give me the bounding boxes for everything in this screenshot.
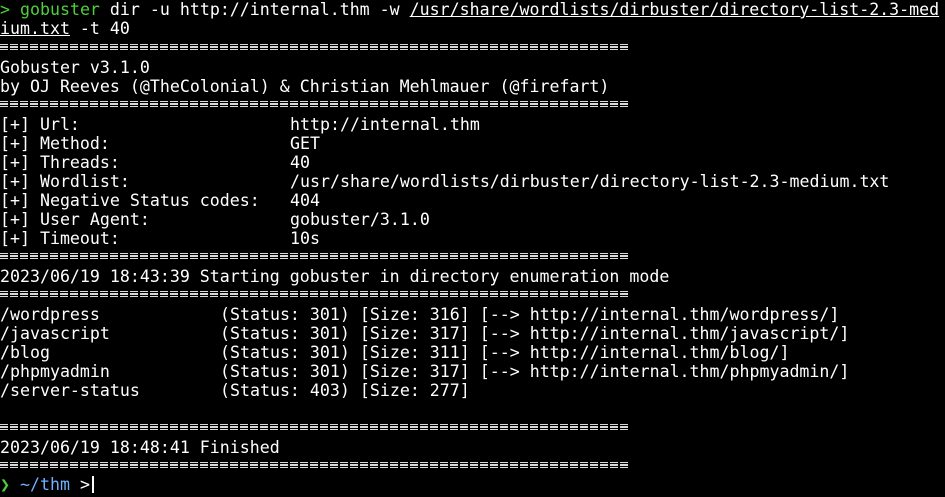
finish-message: 2023/06/19 18:48:41 Finished — [0, 438, 280, 457]
separator-line — [0, 291, 630, 297]
prompt-symbol: > — [0, 0, 10, 19]
wordlist-path-part2: ium.txt — [0, 19, 70, 38]
config-key: [+] Wordlist: — [0, 172, 130, 191]
result-row: /server-status (Status: 403) [Size: 277] — [0, 381, 945, 400]
config-key: [+] Url: — [0, 115, 80, 134]
config-key: [+] Timeout: — [0, 229, 120, 248]
result-path: /javascript — [0, 324, 110, 343]
result-info: (Status: 403) [Size: 277] — [220, 381, 470, 400]
banner-version: Gobuster v3.1.0 — [0, 58, 150, 77]
config-row-wordlist: [+] Wordlist: /usr/share/wordlists/dirbus… — [0, 172, 945, 191]
result-path: /wordpress — [0, 305, 100, 324]
result-info: (Status: 301) [Size: 317] [--> http://in… — [220, 324, 850, 343]
command-program: gobuster — [20, 0, 100, 19]
config-key: [+] Threads: — [0, 153, 120, 172]
config-key: [+] Method: — [0, 134, 110, 153]
result-row: /phpmyadmin (Status: 301) [Size: 317] [--… — [0, 362, 945, 381]
config-row-threads: [+] Threads: 40 — [0, 153, 945, 172]
result-info: (Status: 301) [Size: 311] [--> http://in… — [220, 343, 790, 362]
banner-authors: by OJ Reeves (@TheColonial) & Christian … — [0, 77, 610, 96]
config-value: gobuster/3.1.0 — [290, 210, 430, 229]
config-row-url: [+] Url: http://internal.thm — [0, 115, 945, 134]
config-key: [+] User Agent: — [0, 210, 150, 229]
command-line-wrap: ium.txt -t 40 — [0, 19, 130, 38]
prompt-symbol: > — [79, 475, 90, 494]
command-line: > gobuster dir -u http://internal.thm -w… — [0, 0, 939, 19]
result-row: /blog (Status: 301) [Size: 311] [--> http… — [0, 343, 945, 362]
text-cursor[interactable] — [91, 476, 94, 493]
separator-line — [0, 424, 630, 430]
shell-prompt[interactable]: ❯ ~/thm > — [0, 475, 94, 494]
result-row: /javascript (Status: 301) [Size: 317] [--… — [0, 324, 945, 343]
wordlist-path-part1: /usr/share/wordlists/dirbuster/directory… — [409, 0, 940, 19]
result-info: (Status: 301) [Size: 316] [--> http://in… — [220, 305, 840, 324]
config-row-user-agent: [+] User Agent: gobuster/3.1.0 — [0, 210, 945, 229]
command-args: dir -u http://internal.thm -w — [99, 0, 410, 19]
config-value: 40 — [290, 153, 310, 172]
config-row-timeout: [+] Timeout: 10s — [0, 229, 945, 248]
config-row-negative-status: [+] Negative Status codes: 404 — [0, 191, 945, 210]
separator-line — [0, 253, 630, 259]
result-path: /phpmyadmin — [0, 362, 110, 381]
current-directory: ~/thm — [20, 475, 70, 494]
config-value: 10s — [290, 229, 320, 248]
terminal-window[interactable]: > gobuster dir -u http://internal.thm -w… — [0, 0, 945, 497]
separator-line — [0, 462, 630, 468]
separator-line — [0, 44, 630, 50]
config-row-method: [+] Method: GET — [0, 134, 945, 153]
start-message: 2023/06/19 18:43:39 Starting gobuster in… — [0, 267, 670, 286]
config-key: [+] Negative Status codes: — [0, 191, 260, 210]
prompt-chevron-icon: ❯ — [0, 475, 10, 494]
config-value: GET — [290, 134, 320, 153]
separator-line — [0, 101, 630, 107]
command-threads-arg: -t 40 — [69, 19, 130, 38]
result-path: /blog — [0, 343, 50, 362]
config-value: 404 — [290, 191, 320, 210]
config-value: http://internal.thm — [290, 115, 480, 134]
result-info: (Status: 301) [Size: 317] [--> http://in… — [220, 362, 850, 381]
result-path: /server-status — [0, 381, 140, 400]
result-row: /wordpress (Status: 301) [Size: 316] [-->… — [0, 305, 945, 324]
config-value: /usr/share/wordlists/dirbuster/directory… — [290, 172, 890, 191]
